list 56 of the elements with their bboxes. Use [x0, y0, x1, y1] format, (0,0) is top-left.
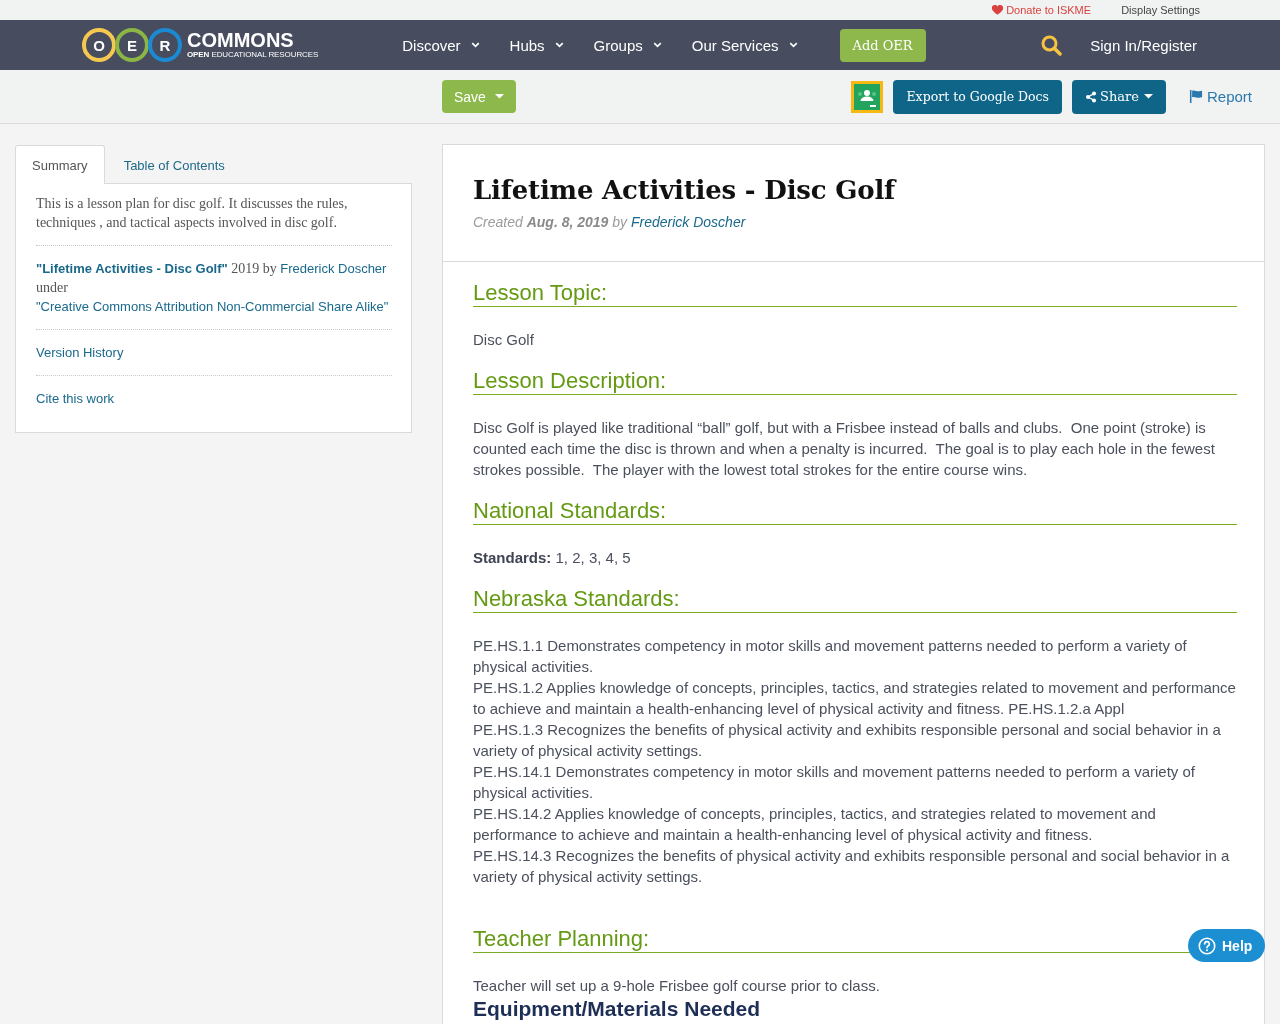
standard-text: PE.HS.1.3 Recognizes the benefits of physical activity and exhibits responsible personal and social behavior in a variety of physical activity settings.	[473, 720, 1222, 761]
summary-text: This is a lesson plan for disc golf. It discusses the rules, techniques , and tactical aspects involved in disc golf.	[36, 195, 349, 232]
section-text: Teacher will set up a 9-hole Frisbee golf course prior to class.	[473, 976, 881, 996]
article-title: Lifetime Activities - Disc Golf	[473, 174, 898, 207]
logo-tagline: OPEN EDUCATIONAL RESOURCES	[187, 50, 319, 60]
author-link[interactable]: Frederick Doscher	[631, 214, 746, 230]
sidebar-link[interactable]: Cite this work	[36, 389, 115, 408]
nav-menu-item[interactable]: Groups	[593, 36, 662, 54]
chevron-down-icon	[652, 42, 662, 48]
nav-menu-item[interactable]: Hubs	[509, 36, 564, 54]
section-heading: Lesson Description:	[473, 368, 1237, 395]
sign-in-link[interactable]: Sign In/Register	[1090, 36, 1197, 54]
resource-title-link[interactable]: "Lifetime Activities - Disc Golf"	[36, 261, 228, 276]
heart-icon	[992, 5, 1004, 15]
display-settings-link[interactable]: Display Settings	[1121, 4, 1200, 16]
teacher-board-icon[interactable]	[851, 80, 884, 113]
search-icon[interactable]	[1041, 34, 1063, 56]
section-heading: National Standards:	[473, 498, 1237, 525]
created-line: Created Aug. 8, 2019 by Frederick Doscher	[473, 213, 747, 232]
standard-text: PE.HS.14.3 Recognizes the benefits of physical activity and exhibits responsible personal and social behavior in a variety of physical activity settings.	[473, 846, 1231, 887]
section-heading: Equipment/Materials Needed	[473, 998, 762, 1020]
section-heading: Lesson Topic:	[473, 280, 1237, 307]
logo[interactable]: O E R COMMONS OPEN EDUCATIONAL RESOURCES	[82, 28, 319, 62]
logo-letter: E	[115, 28, 149, 62]
attribution-text: "Lifetime Activities - Disc Golf" 2019 by Frederick Doscher under "Creative Commons Attribution Non-Commercial Share Alike"	[36, 260, 390, 316]
help-button[interactable]: Help	[1188, 929, 1265, 962]
caret-icon	[1143, 94, 1153, 99]
standard-text: PE.HS.1.2 Applies knowledge of concepts, principles, tactics, and strategies related to movement and performance to achieve and maintain a health-enhancing level of physical activity and fitness. PE.HS.1.2.a Appl	[473, 678, 1237, 719]
share-button[interactable]: Share	[1072, 79, 1166, 114]
donate-link[interactable]: Donate to ISKME	[992, 4, 1092, 16]
logo-letter: R	[148, 28, 182, 62]
export-button[interactable]: Export to Google Docs	[893, 79, 1063, 114]
report-link[interactable]: Report	[1188, 88, 1252, 105]
caret-icon	[494, 94, 504, 99]
logo-wordmark: COMMONS	[187, 30, 295, 50]
sidebar-link[interactable]: Version History	[36, 343, 124, 362]
logo-letter: O	[82, 28, 116, 62]
section-text: Standards: 1, 2, 3, 4, 5	[473, 548, 632, 568]
flag-icon	[1188, 90, 1203, 103]
sidebar-tab[interactable]: Summary	[15, 145, 105, 184]
license-link[interactable]: "Creative Commons Attribution Non-Commercial Share Alike"	[36, 299, 389, 314]
standard-text: PE.HS.14.2 Applies knowledge of concepts, principles, tactics, and strategies related to movement and performance to achieve and maintain a health-enhancing level of physical activity and fitness.	[473, 804, 1157, 845]
chevron-down-icon	[788, 42, 798, 48]
section-text: Disc Golf	[473, 330, 535, 350]
standard-text: PE.HS.1.1 Demonstrates competency in motor skills and movement patterns needed to perform a variety of physical activities.	[473, 636, 1188, 677]
sidebar-tab[interactable]: Table of Contents	[106, 145, 242, 184]
author-link[interactable]: Frederick Doscher	[280, 261, 387, 276]
section-text: Disc Golf is played like traditional “ball” golf, but with a Frisbee instead of balls and clubs. One point (stroke) is counted each time the disc is thrown and when a penalty is incurred. The goal is to play each hole in the fewest strokes possible. The player with the lowest total strokes for the entire course wins.	[473, 418, 1216, 480]
nav-menu-item[interactable]: Discover	[402, 36, 480, 54]
chevron-down-icon	[554, 42, 564, 48]
section-heading: Nebraska Standards:	[473, 586, 1237, 613]
chevron-down-icon	[470, 42, 480, 48]
help-icon	[1198, 936, 1216, 955]
standard-text: PE.HS.14.1 Demonstrates competency in motor skills and movement patterns needed to perform a variety of physical activities.	[473, 762, 1196, 803]
share-icon	[1085, 90, 1098, 103]
nav-menu-item[interactable]: Our Services	[691, 36, 798, 54]
